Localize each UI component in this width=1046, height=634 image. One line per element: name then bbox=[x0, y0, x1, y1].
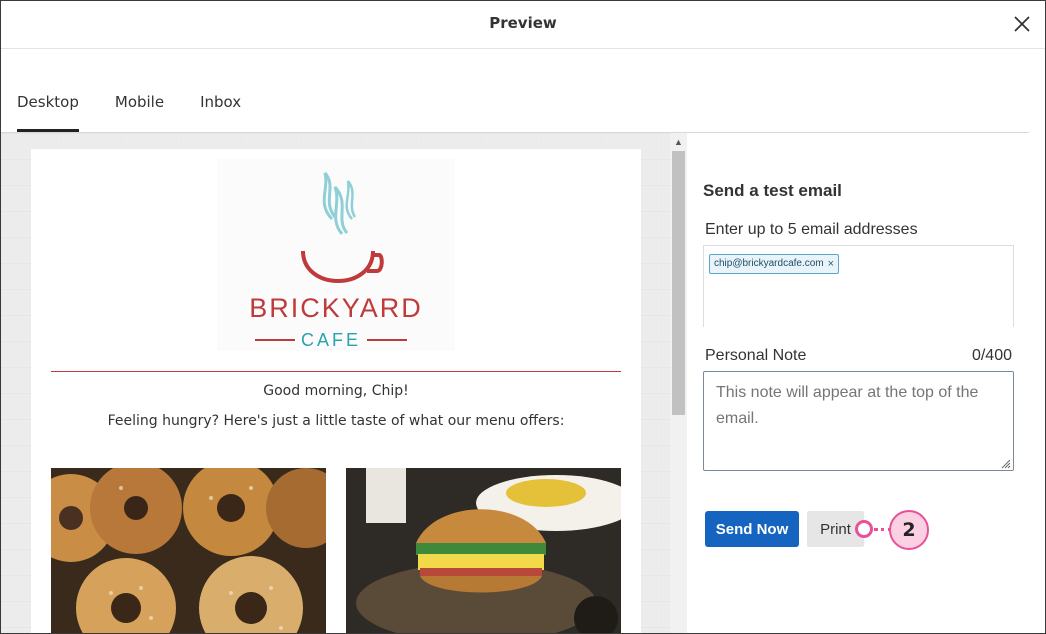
callout-badge: 2 bbox=[889, 510, 929, 550]
tab-mobile[interactable]: Mobile bbox=[115, 93, 164, 132]
logo-cafe-text: CAFE bbox=[301, 330, 361, 350]
close-icon[interactable] bbox=[1011, 13, 1033, 35]
preview-dialog: Preview Desktop Mobile Inbox BRICKYARD C… bbox=[0, 0, 1046, 634]
panel-title: Send a test email bbox=[703, 181, 842, 200]
resize-handle-icon[interactable] bbox=[999, 456, 1011, 469]
email-body: BRICKYARD CAFE Good morning, Chip! Feeli… bbox=[31, 149, 641, 633]
personal-note-field[interactable] bbox=[703, 371, 1014, 471]
email-intro: Feeling hungry? Here's just a little tas… bbox=[107, 413, 565, 429]
logo-brickyard-text: BRICKYARD bbox=[249, 293, 423, 323]
test-email-panel: Send a test email Enter up to 5 email ad… bbox=[687, 133, 1029, 633]
scroll-thumb[interactable] bbox=[672, 151, 685, 415]
email-chip-label: chip@brickyardcafe.com bbox=[714, 258, 824, 269]
callout-pointer bbox=[855, 520, 873, 538]
croissant-sandwich-photo bbox=[346, 468, 621, 633]
personal-note-label: Personal Note bbox=[705, 347, 807, 364]
scroll-up-arrow-icon[interactable]: ▲ bbox=[670, 135, 687, 149]
remove-chip-icon[interactable]: × bbox=[828, 255, 834, 273]
tab-desktop[interactable]: Desktop bbox=[17, 93, 79, 132]
bagels-photo bbox=[51, 468, 326, 633]
email-chip: chip@brickyardcafe.com × bbox=[709, 254, 840, 274]
dialog-header: Preview bbox=[1, 1, 1045, 49]
preview-scrollbar[interactable]: ▲ bbox=[670, 133, 687, 633]
addresses-label: Enter up to 5 email addresses bbox=[705, 221, 918, 238]
dialog-title: Preview bbox=[489, 14, 557, 32]
tab-inbox[interactable]: Inbox bbox=[200, 93, 241, 132]
divider-line bbox=[51, 371, 621, 372]
preview-tabs: Desktop Mobile Inbox bbox=[17, 93, 277, 133]
addresses-input[interactable]: chip@brickyardcafe.com × bbox=[703, 245, 1014, 327]
email-greeting: Good morning, Chip! bbox=[263, 383, 409, 399]
send-now-button[interactable]: Send Now bbox=[705, 511, 799, 547]
note-char-count: 0/400 bbox=[971, 347, 1012, 364]
brickyard-cafe-logo: BRICKYARD CAFE bbox=[217, 159, 455, 351]
email-preview-pane[interactable]: BRICKYARD CAFE Good morning, Chip! Feeli… bbox=[1, 133, 670, 633]
